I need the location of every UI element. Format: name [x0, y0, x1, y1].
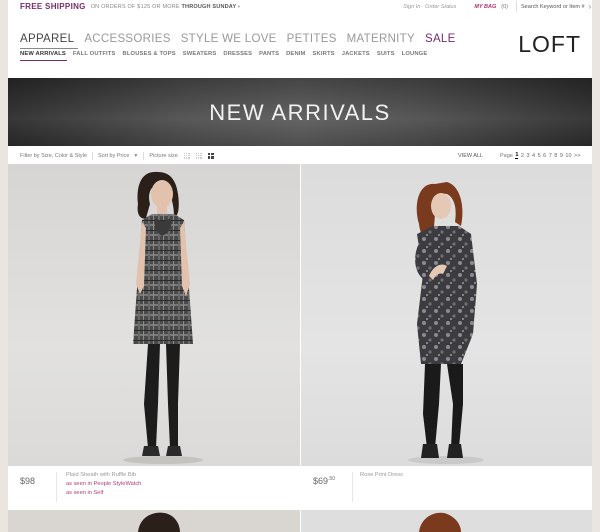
product-image-plaid-sheath[interactable]: [8, 164, 300, 466]
bag-count: (0): [501, 3, 508, 10]
subnav-suits[interactable]: SUITS: [377, 51, 395, 57]
product-name-link[interactable]: Rose Print Dress: [360, 472, 403, 478]
page-link[interactable]: 9: [560, 153, 563, 159]
page-link[interactable]: 8: [554, 153, 557, 159]
subnav-jackets[interactable]: JACKETS: [342, 51, 370, 57]
nav-maternity[interactable]: MATERNITY: [347, 33, 415, 45]
subnav-blouses-tops[interactable]: BLOUSES & TOPS: [123, 51, 176, 57]
subnav-new-arrivals[interactable]: NEW ARRIVALS: [20, 51, 66, 57]
product-caption: Rose Print Dress: [360, 472, 403, 478]
page-link-current[interactable]: 1: [515, 152, 519, 159]
caption-divider: [56, 472, 57, 502]
signin-link[interactable]: Sign In · Order Status: [403, 4, 456, 10]
large-grid-icon[interactable]: [207, 152, 214, 159]
subnav-dresses[interactable]: DRESSES: [223, 51, 252, 57]
price-dollars: $69: [313, 476, 329, 486]
caption-divider: [352, 472, 353, 502]
loft-logo[interactable]: LOFT: [518, 31, 581, 58]
nav-active-underline: [20, 48, 78, 49]
my-bag-link[interactable]: MY BAG: [474, 4, 496, 10]
model-rose-print-dress-illustration: [408, 182, 484, 464]
next-page-link[interactable]: >>: [574, 153, 580, 159]
view-all-link[interactable]: VIEW ALL: [458, 153, 483, 159]
pagination: Page 1 2 3 4 5 6 7 8 9 10 >>: [500, 152, 580, 159]
page-link[interactable]: 2: [521, 153, 524, 159]
subnav-lounge[interactable]: LOUNGE: [402, 51, 428, 57]
price-dollars: $98: [20, 476, 36, 486]
price-cents: .50: [328, 476, 335, 482]
filter-bar: Filter by Size, Color & Style Sort by Pr…: [8, 148, 592, 163]
small-grid-icon[interactable]: [183, 152, 190, 159]
page-link[interactable]: 4: [532, 153, 535, 159]
subnav-active-underline: [20, 60, 67, 61]
model-plaid-dress-illustration: [123, 171, 203, 464]
filter-divider: [91, 151, 93, 160]
subnav-skirts[interactable]: SKIRTS: [313, 51, 335, 57]
nav-accessories[interactable]: ACCESSORIES: [84, 33, 170, 45]
sort-label: Sort by Price: [97, 152, 130, 159]
search-arrow-icon[interactable]: ›: [589, 2, 592, 11]
page-link[interactable]: 6: [543, 153, 546, 159]
category-banner: NEW ARRIVALS: [8, 78, 592, 146]
page: FREE SHIPPING ON ORDERS OF $125 OR MORE …: [8, 0, 592, 532]
promo-bar: FREE SHIPPING ON ORDERS OF $125 OR MORE …: [8, 0, 592, 13]
free-shipping-detail[interactable]: ON ORDERS OF $125 OR MORE THROUGH SUNDAY…: [91, 4, 240, 10]
search-input[interactable]: Search Keyword or Item # ›: [516, 1, 592, 12]
page-link[interactable]: 7: [549, 153, 552, 159]
main-nav: APPAREL ACCESSORIES STYLE WE LOVE PETITE…: [20, 33, 456, 45]
seen-in-self[interactable]: as seen in Self: [66, 490, 141, 496]
shipping-detail-prefix: ON ORDERS OF $125 OR MORE: [90, 3, 180, 10]
sub-nav: NEW ARRIVALS FALL OUTFITS BLOUSES & TOPS…: [20, 51, 427, 57]
free-shipping-headline[interactable]: FREE SHIPPING: [20, 2, 86, 11]
search-placeholder: Search Keyword or Item #: [521, 3, 585, 10]
nav-petites[interactable]: PETITES: [287, 33, 337, 45]
medium-grid-icon[interactable]: [195, 152, 202, 159]
product-image-next-right[interactable]: [301, 510, 592, 532]
subnav-denim[interactable]: DENIM: [286, 51, 305, 57]
shipping-detail-suffix: THROUGH SUNDAY ›: [181, 3, 240, 10]
model-hair-partial: [138, 512, 180, 532]
nav-sale[interactable]: SALE: [425, 33, 456, 45]
page-link[interactable]: 5: [538, 153, 541, 159]
sort-divider: [143, 151, 145, 160]
sort-caret-icon: ▼: [133, 152, 139, 159]
product-image-next-left[interactable]: [8, 510, 300, 532]
banner-title: NEW ARRIVALS: [209, 100, 391, 125]
filter-label: Filter by Size, Color & Style: [20, 152, 87, 159]
product-price: $69.50: [313, 476, 335, 486]
model-hair-partial: [419, 512, 461, 532]
picture-size-label: Picture size: [149, 152, 178, 159]
page-link[interactable]: 3: [526, 153, 529, 159]
nav-style-we-love[interactable]: STYLE WE LOVE: [181, 33, 277, 45]
nav-apparel[interactable]: APPAREL: [20, 33, 74, 45]
subnav-fall-outfits[interactable]: FALL OUTFITS: [73, 51, 116, 57]
product-caption: Plaid Sheath with Ruffle Bib as seen in …: [66, 472, 141, 496]
subnav-pants[interactable]: PANTS: [259, 51, 279, 57]
column-divider: [300, 164, 301, 532]
page-link[interactable]: 10: [565, 153, 571, 159]
subnav-sweaters[interactable]: SWEATERS: [183, 51, 217, 57]
account-area: Sign In · Order Status MY BAG (0) Search…: [403, 0, 592, 13]
product-name-link[interactable]: Plaid Sheath with Ruffle Bib: [66, 472, 141, 478]
sort-dropdown[interactable]: Sort by Price ▼: [98, 153, 138, 159]
product-price: $98: [20, 476, 35, 486]
product-image-rose-print-dress[interactable]: [301, 164, 592, 466]
filter-dropdown[interactable]: Filter by Size, Color & Style: [20, 153, 87, 159]
page-label: Page: [500, 152, 513, 159]
picture-size-options: [183, 152, 214, 159]
seen-in-people-stylewatch[interactable]: as seen in People StyleWatch: [66, 481, 141, 487]
